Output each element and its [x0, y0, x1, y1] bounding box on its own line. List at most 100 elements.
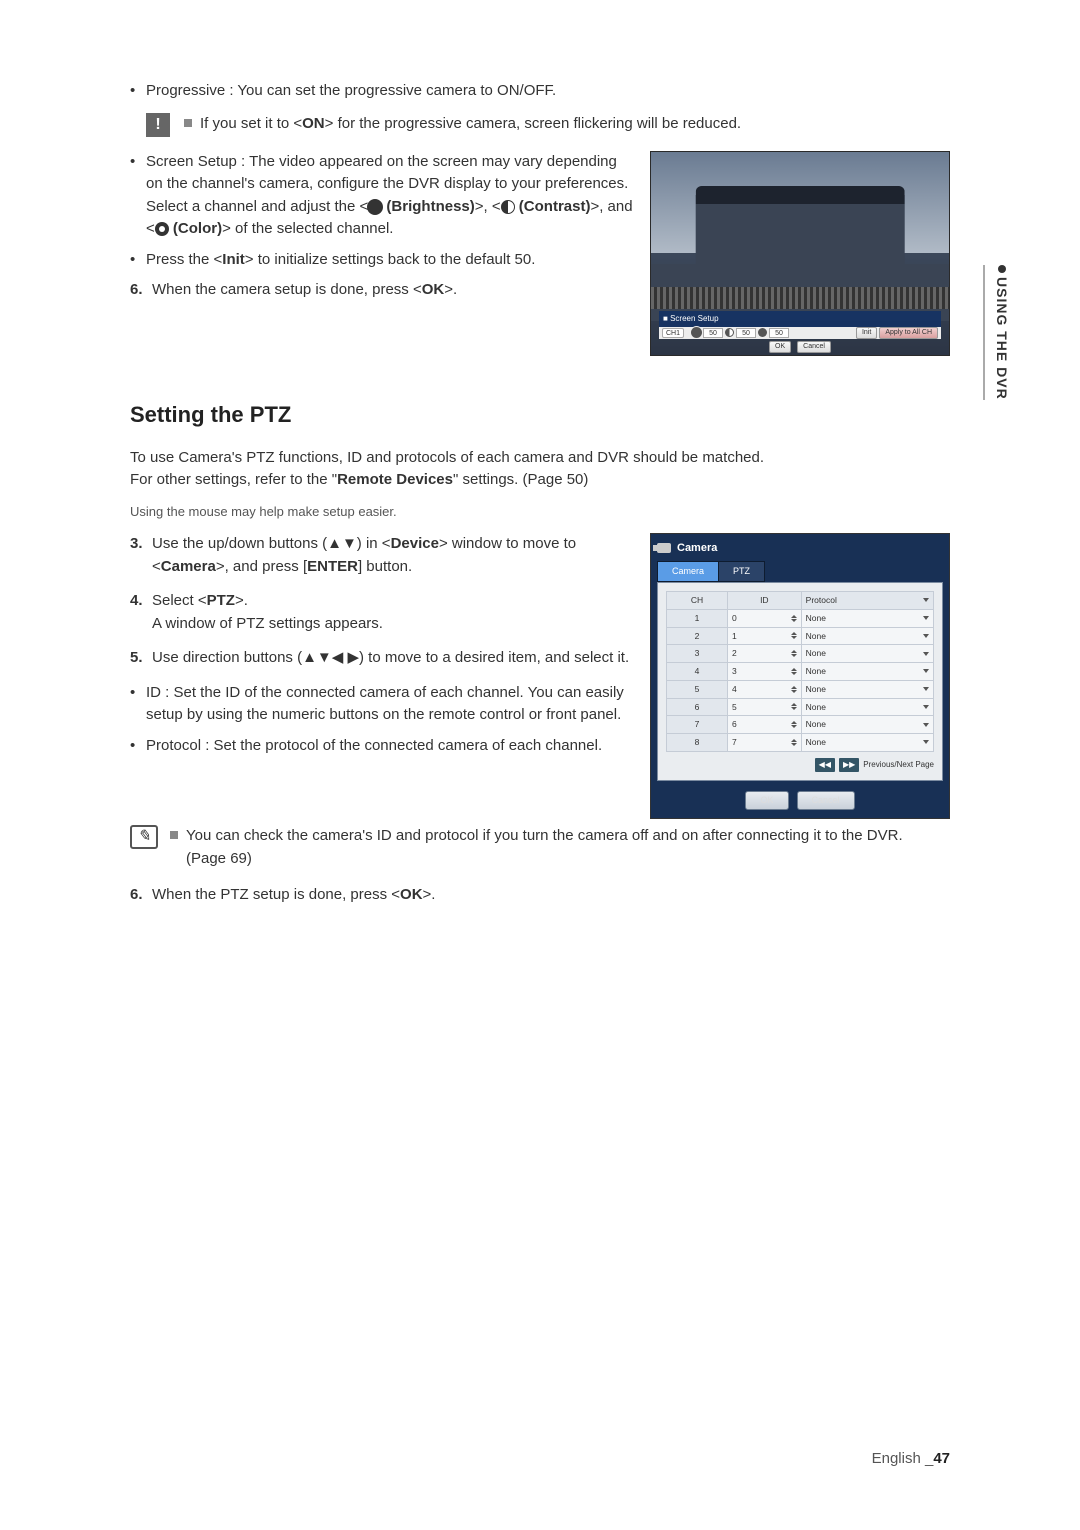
cell-protocol[interactable]: None: [801, 716, 933, 734]
color-icon: [155, 222, 169, 236]
protocol-bullet: Protocol : Set the protocol of the conne…: [130, 735, 636, 758]
ss1-titlebar: ■ Screen Setup: [659, 311, 941, 327]
brightness-icon: [692, 328, 701, 337]
cell-protocol[interactable]: None: [801, 734, 933, 752]
table-row: 32None: [667, 645, 934, 663]
table-row: 65None: [667, 698, 934, 716]
step-6b: 6. When the PTZ setup is done, press <OK…: [130, 884, 950, 907]
cell-id[interactable]: 1: [727, 627, 801, 645]
cell-id[interactable]: 6: [727, 716, 801, 734]
ss2-ok-button[interactable]: OK: [745, 791, 788, 811]
camera-icon: [657, 543, 671, 553]
cell-ch: 3: [667, 645, 728, 663]
cell-id[interactable]: 3: [727, 663, 801, 681]
chevron-down-icon: [923, 687, 929, 691]
cell-ch: 6: [667, 698, 728, 716]
cell-ch: 7: [667, 716, 728, 734]
cell-id[interactable]: 7: [727, 734, 801, 752]
note-text: You can check the camera's ID and protoc…: [186, 825, 903, 870]
ptz-heading: Setting the PTZ: [130, 398, 950, 431]
col-id: ID: [727, 592, 801, 610]
cell-ch: 2: [667, 627, 728, 645]
chevron-down-icon: [923, 705, 929, 709]
ss1-channel[interactable]: CH1: [662, 328, 684, 338]
cell-id[interactable]: 2: [727, 645, 801, 663]
ss2-tabs: Camera PTZ: [657, 561, 943, 583]
ptz-steps: 3. Use the up/down buttons (▲▼) in <Devi…: [130, 533, 636, 670]
ss2-panel: CH ID Protocol 10None21None32None43None5…: [657, 582, 943, 781]
alert-on-note: ! If you set it to <ON> for the progress…: [146, 113, 950, 137]
init-button[interactable]: Init: [856, 327, 877, 339]
table-row: 21None: [667, 627, 934, 645]
cell-ch: 4: [667, 663, 728, 681]
cell-protocol[interactable]: None: [801, 609, 933, 627]
cell-id[interactable]: 5: [727, 698, 801, 716]
tab-ptz[interactable]: PTZ: [718, 561, 765, 583]
contrast-value[interactable]: 50: [736, 328, 756, 338]
alert-text: If you set it to <ON> for the progressiv…: [200, 113, 741, 136]
table-row: 10None: [667, 609, 934, 627]
cell-protocol[interactable]: None: [801, 645, 933, 663]
step-6a: 6. When the camera setup is done, press …: [130, 279, 636, 302]
cell-protocol[interactable]: None: [801, 627, 933, 645]
apply-all-button[interactable]: Apply to All CH: [879, 327, 938, 339]
ptz-sub-bullets: ID : Set the ID of the connected camera …: [130, 682, 636, 758]
chevron-down-icon: [923, 740, 929, 744]
table-row: 87None: [667, 734, 934, 752]
table-row: 43None: [667, 663, 934, 681]
screen-setup-bullet: Screen Setup : The video appeared on the…: [130, 151, 636, 241]
ss2-cancel-button[interactable]: Cancel: [797, 791, 855, 811]
progressive-bullet: Progressive : You can set the progressiv…: [130, 80, 950, 103]
cell-ch: 8: [667, 734, 728, 752]
cell-id[interactable]: 4: [727, 680, 801, 698]
page-footer: English _47: [872, 1448, 950, 1471]
step-6b-item: 6. When the PTZ setup is done, press <OK…: [130, 884, 950, 907]
chevron-down-icon: [923, 669, 929, 673]
chevron-down-icon: [923, 723, 929, 727]
contrast-icon: [725, 328, 734, 337]
tab-camera[interactable]: Camera: [657, 561, 719, 583]
chevron-down-icon: [923, 598, 929, 602]
pager: ◀◀ ▶▶ Previous/Next Page: [666, 758, 934, 772]
ss1-ok-button[interactable]: OK: [769, 341, 791, 353]
ss2-title: Camera: [657, 540, 943, 557]
note-id-protocol: ✎ You can check the camera's ID and prot…: [130, 825, 950, 870]
cell-protocol[interactable]: None: [801, 698, 933, 716]
cell-protocol[interactable]: None: [801, 663, 933, 681]
top-bullets: Progressive : You can set the progressiv…: [130, 80, 950, 103]
mouse-note: Using the mouse may help make setup easi…: [130, 502, 950, 522]
cell-id[interactable]: 0: [727, 609, 801, 627]
ptz-intro-2: For other settings, refer to the "Remote…: [130, 469, 950, 492]
contrast-icon: [501, 200, 515, 214]
bullet-square-icon: [170, 831, 178, 839]
cell-protocol[interactable]: None: [801, 680, 933, 698]
step-3: 3. Use the up/down buttons (▲▼) in <Devi…: [130, 533, 636, 578]
prev-page-button[interactable]: ◀◀: [815, 758, 835, 772]
bullet-square-icon: [184, 119, 192, 127]
table-row: 54None: [667, 680, 934, 698]
cell-ch: 1: [667, 609, 728, 627]
note-icon: ✎: [130, 825, 158, 849]
brightness-icon: [368, 200, 382, 214]
ptz-intro-1: To use Camera's PTZ functions, ID and pr…: [130, 447, 950, 470]
screen-setup-bullets: Screen Setup : The video appeared on the…: [130, 151, 636, 272]
color-icon: [758, 328, 767, 337]
col-ch: CH: [667, 592, 728, 610]
ptz-table: CH ID Protocol 10None21None32None43None5…: [666, 591, 934, 752]
step-4: 4. Select <PTZ>. A window of PTZ setting…: [130, 590, 636, 635]
screen-setup-screenshot: ■ Screen Setup CH1 50 50 50 Init Apply t…: [650, 151, 950, 356]
col-protocol[interactable]: Protocol: [801, 592, 933, 610]
ss1-cancel-button[interactable]: Cancel: [797, 341, 831, 353]
brightness-value[interactable]: 50: [703, 328, 723, 338]
cell-ch: 5: [667, 680, 728, 698]
step-6a-item: 6. When the camera setup is done, press …: [130, 279, 636, 302]
ptz-screenshot: Camera Camera PTZ CH ID Protocol 10None2…: [650, 533, 950, 819]
step-5: 5. Use direction buttons (▲▼◀ ▶) to move…: [130, 647, 636, 670]
color-value[interactable]: 50: [769, 328, 789, 338]
side-tab: USING THE DVR: [983, 265, 1012, 400]
ss1-toolbar: CH1 50 50 50 Init Apply to All CH: [659, 327, 941, 339]
chevron-down-icon: [923, 616, 929, 620]
chevron-down-icon: [923, 634, 929, 638]
next-page-button[interactable]: ▶▶: [839, 758, 859, 772]
table-row: 76None: [667, 716, 934, 734]
